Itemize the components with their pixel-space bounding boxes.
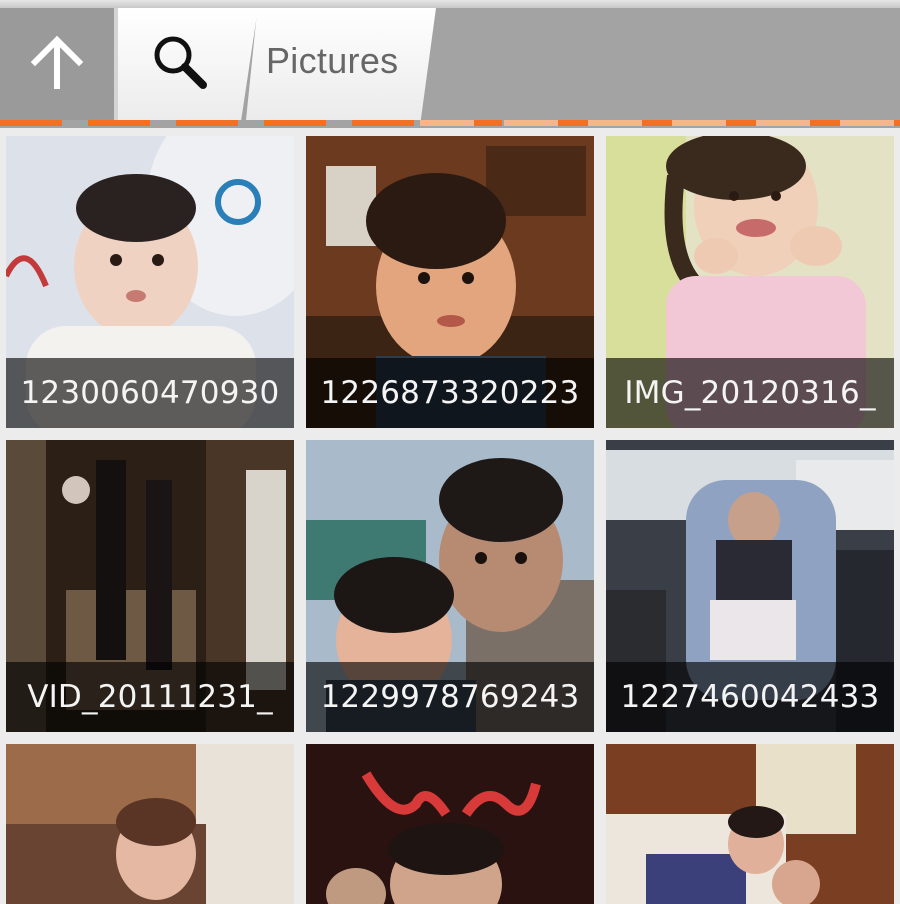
thumbnail-tile[interactable]	[606, 744, 894, 904]
thumbnail-filename: VID_20111231_	[27, 679, 273, 715]
tab-indicator-line-dim	[420, 120, 900, 126]
thumbnail-tile[interactable]: 1226873320223	[306, 136, 594, 428]
thumbnail-tile[interactable]: 1227460042433	[606, 440, 894, 732]
status-strip	[0, 0, 900, 8]
thumbnail-tile[interactable]: IMG_20120316_	[606, 136, 894, 428]
thumbnail-caption: 1226873320223	[306, 358, 594, 428]
thumbnail-filename: 1229978769243	[320, 679, 580, 715]
thumbnail-caption: VID_20111231_	[6, 662, 294, 732]
thumbnail-tile[interactable]	[6, 744, 294, 904]
thumbnail-tile[interactable]: VID_20111231_	[6, 440, 294, 732]
arrow-up-icon	[27, 32, 87, 96]
photo-thumbnail	[606, 744, 894, 904]
thumbnail-tile[interactable]: 1229978769243	[306, 440, 594, 732]
thumbnail-caption: 1227460042433	[606, 662, 894, 732]
thumbnail-caption: IMG_20120316_	[606, 358, 894, 428]
breadcrumb-pictures[interactable]: Pictures	[246, 8, 436, 120]
search-icon	[148, 30, 212, 98]
thumbnail-caption: 1229978769243	[306, 662, 594, 732]
tab-divider	[114, 8, 118, 120]
thumbnail-filename: 1226873320223	[320, 375, 580, 411]
thumbnail-tile[interactable]	[306, 744, 594, 904]
action-bar: Pictures	[0, 0, 900, 128]
thumbnail-caption: 1230060470930	[6, 358, 294, 428]
breadcrumb-label: Pictures	[266, 40, 399, 81]
thumbnail-filename: 1230060470930	[20, 375, 280, 411]
photo-thumbnail	[306, 744, 594, 904]
search-button[interactable]	[118, 8, 258, 120]
up-button[interactable]	[0, 8, 114, 120]
thumbnail-grid: 1230060470930 1226873320223 IMG_20120316…	[0, 128, 900, 904]
photo-thumbnail	[6, 744, 294, 904]
thumbnail-tile[interactable]: 1230060470930	[6, 136, 294, 428]
thumbnail-filename: IMG_20120316_	[624, 375, 876, 411]
thumbnail-filename: 1227460042433	[620, 679, 880, 715]
